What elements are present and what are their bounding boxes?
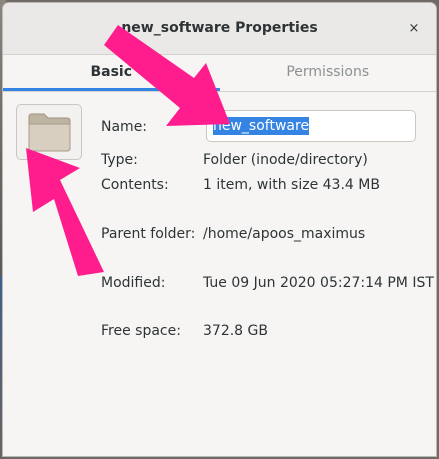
parent-folder-label: Parent folder: bbox=[101, 226, 196, 242]
free-space-value: 372.8 GB bbox=[203, 323, 268, 339]
folder-icon-button[interactable] bbox=[16, 104, 82, 160]
close-button[interactable]: × bbox=[402, 17, 426, 41]
name-label: Name: bbox=[101, 119, 148, 135]
modified-value: Tue 09 Jun 2020 05:27:14 PM IST bbox=[203, 275, 434, 291]
free-space-label: Free space: bbox=[101, 323, 181, 339]
tab-basic[interactable]: Basic bbox=[3, 55, 220, 91]
type-value: Folder (inode/directory) bbox=[203, 152, 368, 168]
name-input-value: new_software bbox=[213, 117, 310, 135]
modified-label: Modified: bbox=[101, 275, 166, 291]
contents-value: 1 item, with size 43.4 MB bbox=[203, 177, 380, 193]
basic-panel: Name: new_software Type: Folder (inode/d… bbox=[3, 92, 436, 456]
tab-bar: Basic Permissions bbox=[3, 55, 436, 92]
name-input[interactable]: new_software bbox=[206, 110, 416, 142]
window-title: new_software Properties bbox=[121, 20, 318, 36]
properties-dialog: new_software Properties × Basic Permissi… bbox=[2, 2, 437, 457]
type-label: Type: bbox=[101, 152, 138, 168]
titlebar: new_software Properties × bbox=[3, 3, 436, 55]
tab-permissions[interactable]: Permissions bbox=[220, 55, 437, 91]
contents-label: Contents: bbox=[101, 177, 169, 193]
close-icon: × bbox=[408, 21, 420, 36]
folder-icon bbox=[28, 113, 71, 152]
parent-folder-value: /home/apoos_maximus bbox=[203, 226, 366, 242]
